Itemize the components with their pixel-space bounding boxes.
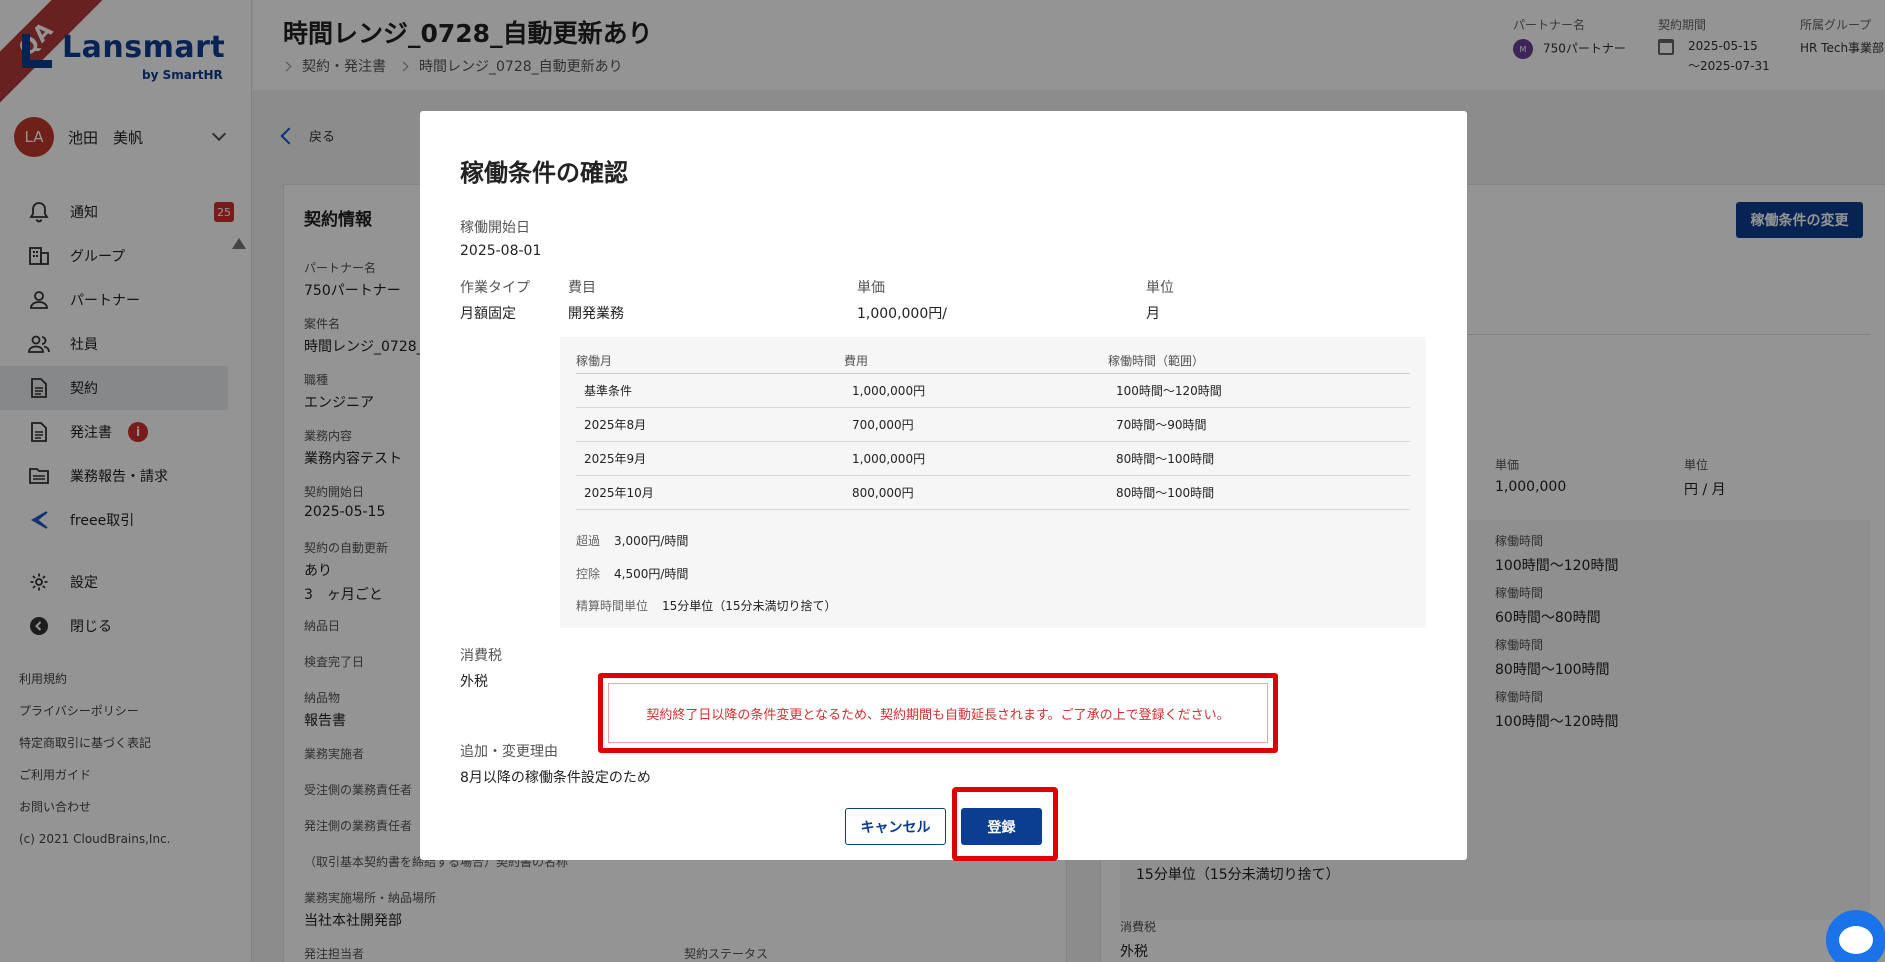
overtime-rate: 超過 3,000円/時間 (576, 534, 689, 548)
start-date-field: 稼働開始日 2025-08-01 (460, 220, 542, 259)
register-button[interactable]: 登録 (961, 808, 1042, 845)
chat-icon (1839, 926, 1873, 954)
table-row: 2025年10月 800,000円 80時間〜100時間 (576, 475, 1410, 510)
cancel-button[interactable]: キャンセル (845, 808, 946, 845)
column-header: 稼働月 (576, 349, 844, 374)
table-row: 基準条件 1,000,000円 100時間〜120時間 (576, 373, 1410, 408)
tax-field: 消費税 外税 (460, 648, 502, 690)
table-row: 2025年9月 1,000,000円 80時間〜100時間 (576, 441, 1410, 476)
price-field: 単価 1,000,000円/ (857, 280, 947, 322)
change-reason-field: 追加・変更理由 8月以降の稼働条件設定のため (460, 744, 651, 786)
confirm-conditions-modal: 稼働条件の確認 稼働開始日 2025-08-01 作業タイプ 月額固定 費目 開… (420, 111, 1467, 861)
deduction-rate: 控除 4,500円/時間 (576, 567, 689, 581)
work-type-field: 作業タイプ 月額固定 (460, 280, 530, 322)
warning-highlight: 契約終了日以降の条件変更となるため、契約期間も自動延長されます。ご了承の上で登録… (598, 673, 1278, 753)
auto-extension-warning: 契約終了日以降の条件変更となるため、契約期間も自動延長されます。ご了承の上で登録… (608, 683, 1268, 743)
modal-title: 稼働条件の確認 (460, 159, 628, 187)
column-header: 稼働時間（範囲） (1108, 349, 1410, 374)
chat-support-button[interactable] (1826, 910, 1885, 962)
table-row: 2025年8月 700,000円 70時間〜90時間 (576, 407, 1410, 442)
expense-field: 費目 開発業務 (568, 280, 624, 322)
unit-field: 単位 月 (1146, 280, 1174, 322)
column-header: 費用 (844, 349, 1108, 374)
monthly-conditions-table: 稼働月 費用 稼働時間（範囲） 基準条件 1,000,000円 100時間〜12… (576, 349, 1410, 510)
settlement-unit: 精算時間単位 15分単位（15分未満切り捨て） (576, 599, 837, 613)
monthly-conditions-panel: 稼働月 費用 稼働時間（範囲） 基準条件 1,000,000円 100時間〜12… (560, 337, 1426, 628)
